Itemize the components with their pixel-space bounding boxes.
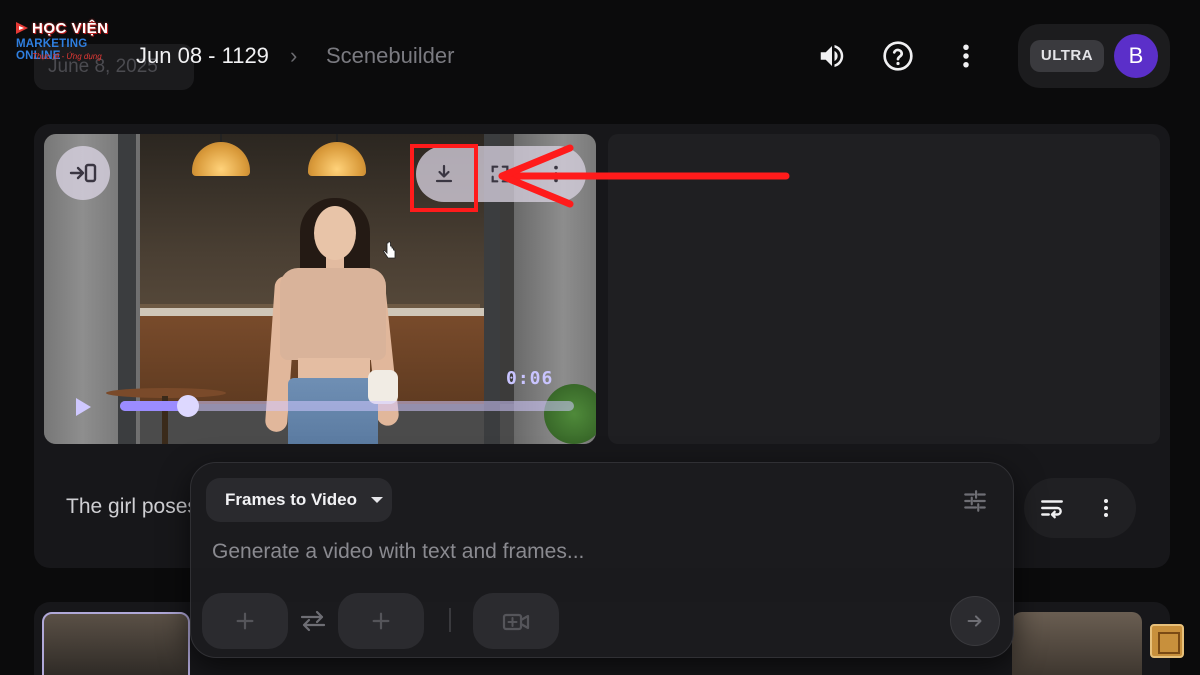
swap-icon [300, 610, 326, 632]
swap-frames-button[interactable] [296, 606, 330, 636]
insert-clip-icon [69, 163, 97, 183]
annotation-arrow-icon [498, 144, 790, 208]
arrow-right-icon [967, 615, 982, 627]
send-button[interactable] [950, 596, 1000, 646]
chevron-down-icon [370, 497, 383, 503]
film-strip-icon[interactable] [1150, 624, 1184, 658]
clip-description[interactable]: The girl poses [66, 495, 190, 519]
start-frame-button[interactable] [202, 593, 288, 649]
plan-badge: ULTRA [1030, 40, 1104, 72]
video-camera-icon [502, 613, 530, 631]
logo-line-1: HỌC VIỆN [32, 20, 109, 37]
figure-face [314, 206, 356, 260]
figure-top [280, 268, 386, 360]
logo-mark-icon [16, 22, 28, 34]
scene-door-frame-left [118, 134, 136, 444]
breadcrumb-separator: › [290, 43, 298, 68]
wrap-text-button[interactable] [1032, 488, 1072, 528]
clip-thumbnail[interactable] [1012, 612, 1142, 675]
sliders-icon [964, 490, 986, 512]
scene-plant [544, 384, 596, 444]
avatar[interactable]: B [1114, 34, 1158, 78]
wrap-text-icon [1041, 500, 1063, 519]
play-button[interactable] [70, 394, 96, 420]
figure-bag [368, 370, 398, 404]
download-highlight-box [410, 144, 478, 212]
clip-more-button[interactable] [1086, 488, 1126, 528]
more-vertical-icon [1104, 499, 1108, 517]
header-more-button[interactable] [946, 36, 986, 76]
breadcrumb-project[interactable]: Jun 08 - 1129 [136, 44, 269, 68]
volume-button[interactable] [812, 36, 852, 76]
help-icon [883, 41, 913, 71]
plus-icon [372, 612, 390, 630]
prompt-input[interactable]: Generate a video with text and frames... [212, 540, 584, 564]
mouse-cursor-icon [383, 241, 396, 259]
logo-line-3: Thực tế - Ứng dụng [32, 52, 102, 61]
insert-clip-button[interactable] [56, 146, 110, 200]
watermark-logo: HỌC VIỆN MARKETING ONLINE Thực tế - Ứng … [14, 18, 132, 66]
mode-label: Frames to Video [225, 490, 357, 509]
add-camera-button[interactable] [473, 593, 559, 649]
settings-button[interactable] [958, 484, 992, 518]
composer-divider [449, 608, 451, 632]
help-button[interactable] [878, 36, 918, 76]
end-frame-button[interactable] [338, 593, 424, 649]
clip-thumbnail[interactable] [42, 612, 190, 675]
mode-dropdown[interactable]: Frames to Video [206, 478, 392, 522]
figure-jeans [288, 378, 378, 444]
video-timestamp: 0:06 [506, 368, 554, 389]
volume-icon [820, 45, 844, 67]
play-icon [76, 398, 91, 416]
plus-icon [236, 612, 254, 630]
more-vertical-icon [963, 44, 969, 68]
breadcrumb-page: Scenebuilder [326, 43, 455, 68]
video-scrubber-handle[interactable] [177, 395, 200, 417]
